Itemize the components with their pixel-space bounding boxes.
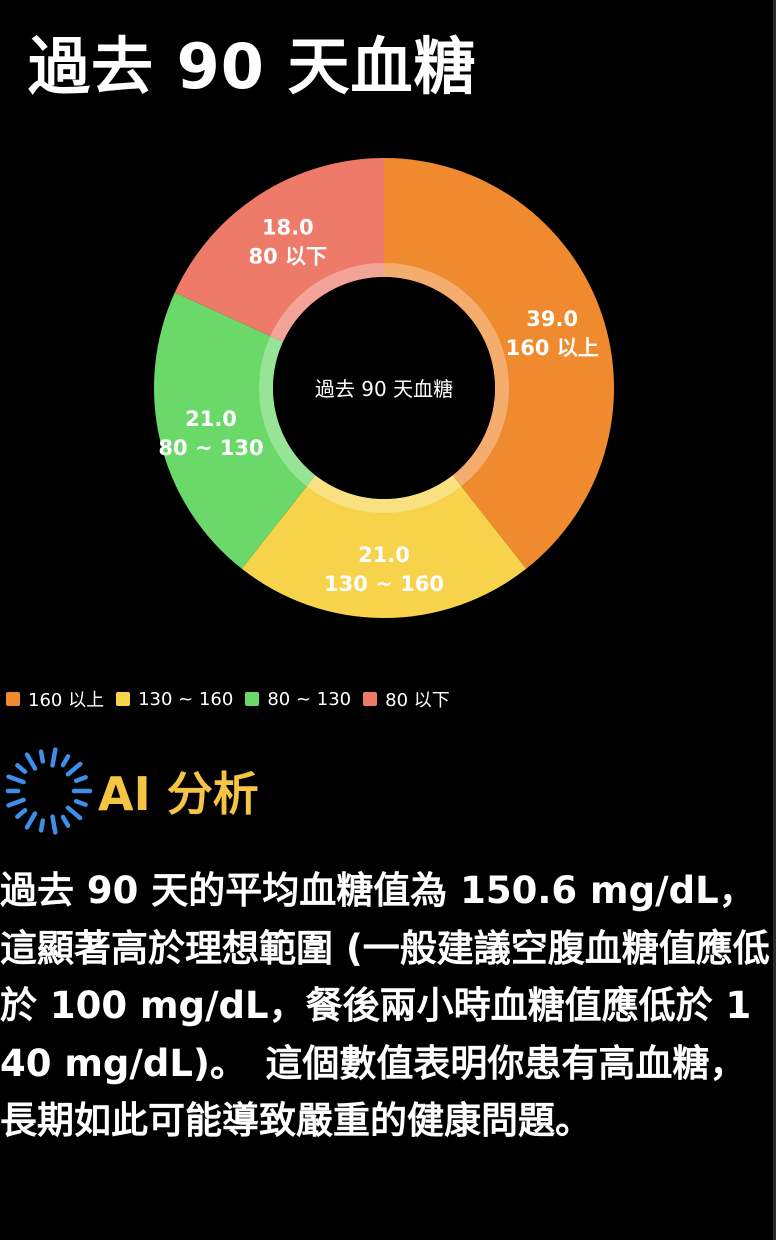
slice-range-label: 160 以上 bbox=[506, 336, 599, 360]
legend-item-80-130[interactable]: 80 ~ 130 bbox=[245, 689, 351, 710]
donut-chart: 39.0 160 以上 21.0 130 ~ 160 21.0 80 ~ 130 18.0 8… bbox=[154, 158, 615, 618]
legend-item-80-below[interactable]: 80 以下 bbox=[363, 686, 450, 712]
legend-swatch bbox=[245, 692, 260, 706]
spark-ray bbox=[73, 799, 88, 807]
legend-label: 80 以下 bbox=[385, 690, 450, 711]
chart-legend: 160 以上 130 ~ 160 80 ~ 130 80 以下 bbox=[6, 685, 462, 713]
ai-analysis-title: AI 分析 bbox=[98, 767, 259, 821]
spark-ray bbox=[65, 805, 83, 821]
spark-ray bbox=[6, 774, 26, 785]
spark-ray bbox=[24, 752, 38, 771]
legend-label: 80 ~ 130 bbox=[267, 688, 352, 710]
spark-ray bbox=[60, 814, 71, 828]
legend-swatch bbox=[116, 692, 131, 706]
slice-value-label: 39.0 bbox=[526, 307, 578, 331]
slice-range-label: 130 ~ 160 bbox=[324, 572, 444, 596]
slice-range-label: 80 以下 bbox=[248, 244, 327, 268]
spark-ray bbox=[65, 761, 83, 777]
spark-ray bbox=[38, 749, 46, 764]
spark-ray bbox=[50, 747, 58, 768]
slice-range-label: 80 ~ 130 bbox=[158, 436, 263, 460]
spark-ray bbox=[60, 754, 71, 768]
ai-analysis-text: 過去 90 天的平均血糖值為 150.6 mg/dL，這顯著高於理想範圍 (一般… bbox=[0, 869, 770, 1142]
slice-value-label: 21.0 bbox=[185, 407, 237, 431]
legend-item-130-160[interactable]: 130 ~ 160 bbox=[116, 689, 233, 710]
legend-swatch bbox=[363, 692, 378, 706]
ai-spark-icon bbox=[5, 747, 93, 835]
spark-ray bbox=[38, 818, 46, 833]
donut-center-label: 過去 90 天血糖 bbox=[315, 377, 453, 401]
slice-value-label: 21.0 bbox=[358, 543, 410, 567]
spark-ray bbox=[15, 808, 28, 819]
spark-ray bbox=[24, 811, 38, 830]
spark-ray bbox=[73, 775, 88, 783]
ai-analysis-header: AI 分析 bbox=[2, 745, 259, 837]
legend-label: 160 以上 bbox=[28, 690, 105, 711]
slice-value-label: 18.0 bbox=[262, 215, 314, 239]
legend-item-160-above[interactable]: 160 以上 bbox=[6, 686, 104, 712]
spark-ray bbox=[6, 797, 26, 808]
legend-swatch bbox=[6, 692, 20, 706]
spark-ray bbox=[15, 763, 28, 774]
legend-label: 130 ~ 160 bbox=[138, 688, 234, 710]
spark-ray bbox=[50, 814, 58, 835]
